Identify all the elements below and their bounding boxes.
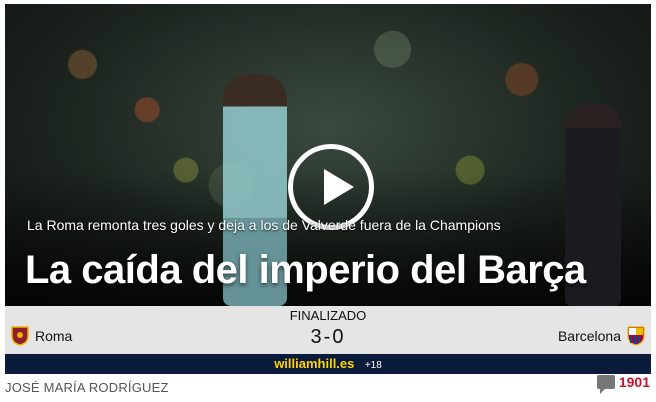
article-author[interactable]: JOSÉ MARÍA RODRÍGUEZ bbox=[5, 380, 169, 395]
team-away[interactable]: Barcelona bbox=[558, 326, 645, 346]
headline[interactable]: La caída del imperio del Barça bbox=[25, 248, 586, 293]
match-score: 3-0 bbox=[310, 326, 346, 348]
play-icon bbox=[324, 169, 354, 205]
scoreboard[interactable]: FINALIZADO Roma 3-0 Barcelona bbox=[5, 306, 651, 354]
subheadline[interactable]: La Roma remonta tres goles y deja a los … bbox=[27, 217, 501, 233]
barcelona-crest-icon bbox=[627, 326, 645, 346]
match-status: FINALIZADO bbox=[289, 308, 367, 323]
comment-icon bbox=[596, 375, 615, 394]
comments-link[interactable]: 1901 bbox=[596, 374, 650, 394]
hero-video[interactable]: La Roma remonta tres goles y deja a los … bbox=[5, 4, 651, 306]
age-notice: +18 bbox=[364, 360, 382, 371]
comment-count: 1901 bbox=[618, 374, 650, 390]
sponsor-brand[interactable]: williamhill.es bbox=[274, 356, 354, 371]
sponsor-banner[interactable]: williamhill.es +18 bbox=[5, 354, 651, 374]
away-team-name: Barcelona bbox=[557, 328, 621, 344]
